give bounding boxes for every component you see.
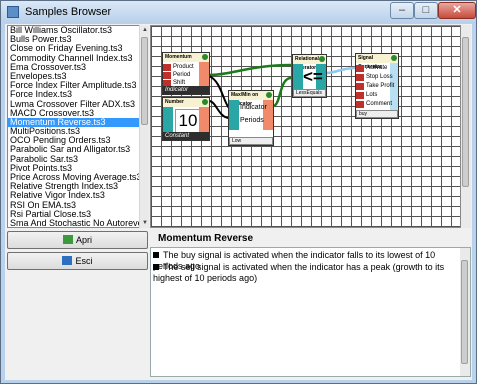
list-item[interactable]: Price Across Moving Average.ts3 (8, 173, 139, 182)
scrollbar-thumb[interactable] (141, 37, 148, 125)
output-port[interactable] (199, 62, 209, 88)
samples-list[interactable]: Bill Williams Oscillator.ts3 Bulls Power.… (7, 25, 140, 228)
canvas-scrollbar[interactable] (461, 25, 471, 228)
pin-indicator[interactable]: Indicator (230, 103, 267, 112)
app-icon (7, 6, 19, 18)
list-item[interactable]: MACD Crossover.ts3 (8, 109, 139, 118)
number-node-footer: Constant (163, 132, 209, 140)
list-item[interactable]: Close on Friday Evening.ts3 (8, 44, 139, 53)
title-bar[interactable]: Samples Browser – □ ✕ (1, 1, 476, 23)
description-line: The sell signal is activated when the in… (153, 262, 445, 283)
list-item[interactable]: Rsi Partial Close.ts3 (8, 210, 139, 219)
list-item[interactable]: OCO Pending Orders.ts3 (8, 136, 139, 145)
number-node[interactable]: Number 10 Constant (162, 97, 210, 141)
scroll-up-icon[interactable]: ▲ (140, 25, 150, 35)
list-item[interactable]: Sma And Stochastic No Autoreverse.ts3 (8, 219, 139, 227)
relational-operator-node[interactable]: Relational Operator <= LessEquals (292, 54, 327, 98)
list-item[interactable]: Pivot Points.ts3 (8, 164, 139, 173)
maxmin-mode-select[interactable]: Low (229, 137, 273, 145)
relop-symbol: <= (303, 67, 323, 86)
description-box: The buy signal is activated when the ind… (150, 247, 471, 377)
signal-type-select[interactable]: buy (356, 110, 398, 118)
number-value[interactable]: 10 (175, 109, 201, 133)
pin-activate[interactable]: Activate (356, 64, 387, 73)
list-item[interactable]: Ema Crossover.ts3 (8, 63, 139, 72)
maxmin-node[interactable]: Max/Min on Indicator Indicator Periods L… (228, 90, 274, 146)
momentum-node-footer: Indicator (163, 86, 209, 94)
pin-comment[interactable]: Comment (356, 100, 392, 109)
list-item[interactable]: MultiPositions.ts3 (8, 127, 139, 136)
output-port[interactable] (199, 107, 209, 134)
input-arrow-icon (163, 64, 171, 71)
close-button[interactable]: ✕ (438, 2, 476, 19)
list-item[interactable]: Force Index.ts3 (8, 90, 139, 99)
pin-stop-loss[interactable]: Stop Loss (356, 73, 393, 82)
input-arrow-icon (356, 74, 364, 81)
input-arrow-icon (356, 65, 364, 72)
pin-lots[interactable]: Lots (356, 91, 377, 100)
exit-button[interactable]: Esci (7, 252, 148, 270)
minimize-button[interactable]: – (390, 2, 414, 19)
input-arrow-icon (163, 72, 171, 79)
scrollbar-thumb[interactable] (462, 37, 469, 187)
list-item[interactable]: Lwma Crossover Filter ADX.ts3 (8, 100, 139, 109)
maximize-button[interactable]: □ (414, 2, 438, 19)
status-dot-icon (319, 56, 325, 62)
input-port[interactable] (293, 64, 303, 90)
input-port[interactable] (163, 107, 173, 134)
open-button-label: Apri (75, 235, 92, 245)
bullet-icon (153, 252, 159, 258)
status-dot-icon (266, 92, 272, 98)
scrollbar-thumb[interactable] (461, 260, 468, 364)
pin-periods[interactable]: Periods (230, 116, 264, 125)
input-arrow-icon (356, 92, 364, 99)
input-arrow-icon (356, 101, 364, 108)
samples-browser-window: Samples Browser – □ ✕ Bill Williams Osci… (0, 0, 477, 384)
list-item[interactable]: Commodity Channell Index.ts3 (8, 54, 139, 63)
status-dot-icon (202, 99, 208, 105)
list-item[interactable]: Parabolic Sar.ts3 (8, 155, 139, 164)
open-icon (62, 235, 73, 244)
description-scrollbar[interactable] (460, 248, 470, 376)
list-item[interactable]: Relative Strength Index.ts3 (8, 182, 139, 191)
list-item[interactable]: Bulls Power.ts3 (8, 35, 139, 44)
list-item[interactable]: Envelopes.ts3 (8, 72, 139, 81)
list-item[interactable]: Force Index Filter Amplitude.ts3 (8, 81, 139, 90)
status-dot-icon (391, 55, 397, 61)
input-arrow-icon (356, 83, 364, 90)
list-item[interactable]: Bill Williams Oscillator.ts3 (8, 26, 139, 35)
window-title: Samples Browser (25, 6, 112, 18)
momentum-node[interactable]: Momentum Product Period Shift Indicator (162, 52, 210, 95)
samples-list-scrollbar[interactable]: ▲ ▼ (139, 25, 149, 228)
signal-generator-node[interactable]: Signal Generator Activate Stop Loss Take… (355, 53, 399, 119)
exit-icon (62, 256, 73, 265)
open-button[interactable]: Apri (7, 231, 148, 249)
client-area: Bill Williams Oscillator.ts3 Bulls Power.… (5, 24, 472, 380)
status-dot-icon (202, 54, 208, 60)
list-item[interactable]: RSI On EMA.ts3 (8, 201, 139, 210)
scroll-down-icon[interactable]: ▼ (140, 218, 150, 228)
pin-take-profit[interactable]: Take Profit (356, 82, 394, 91)
list-item[interactable]: Relative Vigor Index.ts3 (8, 191, 139, 200)
diagram-canvas[interactable]: Momentum Product Period Shift Indicator … (150, 25, 461, 228)
bullet-icon (153, 264, 159, 270)
relop-select[interactable]: LessEquals (293, 89, 326, 97)
list-item[interactable]: Parabolic Sar and Alligator.ts3 (8, 145, 139, 154)
list-item[interactable]: Momentum Reverse.ts3 (8, 117, 139, 128)
exit-button-label: Esci (75, 256, 93, 266)
description-title: Momentum Reverse (158, 233, 254, 244)
